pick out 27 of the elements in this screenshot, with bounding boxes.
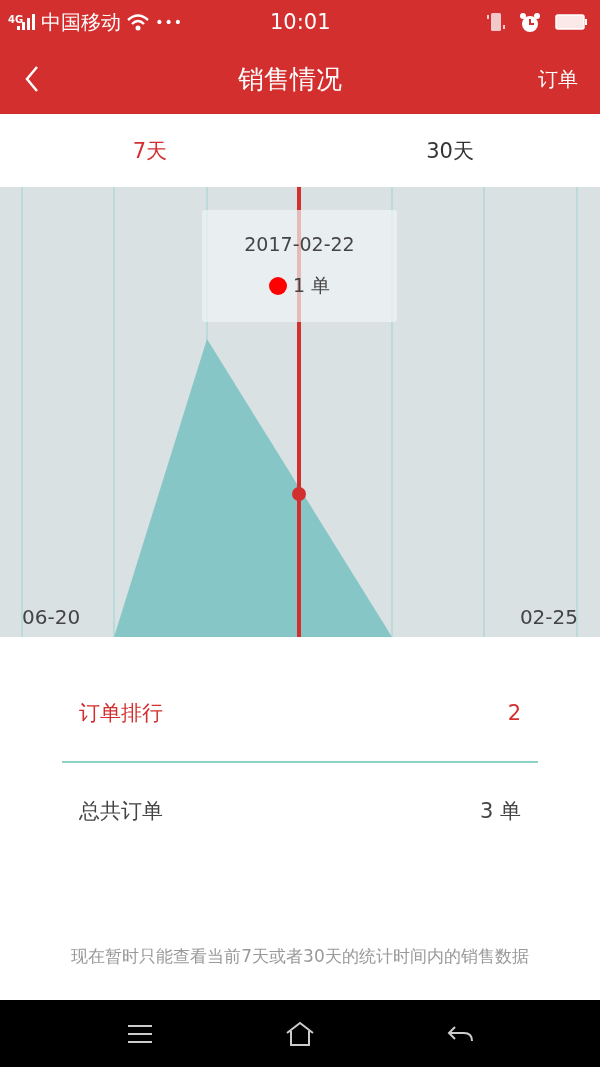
period-tab[interactable]: 30天 xyxy=(300,114,600,187)
tooltip-date: 2017-02-22 xyxy=(244,233,355,255)
carrier-text: 中国移动 xyxy=(41,8,122,36)
row-value: 2 xyxy=(507,701,521,725)
network-type-text: 4G xyxy=(8,14,24,25)
back-icon[interactable] xyxy=(25,65,41,93)
clock-text: 10:01 xyxy=(270,10,331,34)
list-row[interactable]: 总共订单 3 单 xyxy=(62,763,538,859)
page-title: 销售情况 xyxy=(237,62,342,96)
tooltip-value: 1 单 xyxy=(292,273,331,298)
wifi-icon xyxy=(127,13,150,31)
row-label: 订单排行 xyxy=(79,700,163,727)
list-row[interactable]: 订单排行 2 xyxy=(62,665,538,761)
back-arrow-icon[interactable] xyxy=(446,1023,475,1044)
row-label: 总共订单 xyxy=(79,798,163,825)
footnote-text: 现在暂时只能查看当前7天或者30天的统计时间内的销售数据 xyxy=(70,945,530,968)
vibrate-icon xyxy=(487,12,505,32)
menu-icon[interactable] xyxy=(125,1023,154,1044)
orders-link[interactable]: 订单 xyxy=(538,65,578,93)
row-value: 3 单 xyxy=(479,798,521,825)
axis-label: 02-25 xyxy=(519,605,578,629)
home-icon[interactable] xyxy=(285,1020,315,1047)
axis-label: 06-20 xyxy=(22,605,81,629)
alarm-icon xyxy=(519,11,541,33)
more-text: ••• xyxy=(155,14,183,30)
battery-icon xyxy=(555,14,588,30)
period-tab[interactable]: 7天 xyxy=(0,114,300,187)
